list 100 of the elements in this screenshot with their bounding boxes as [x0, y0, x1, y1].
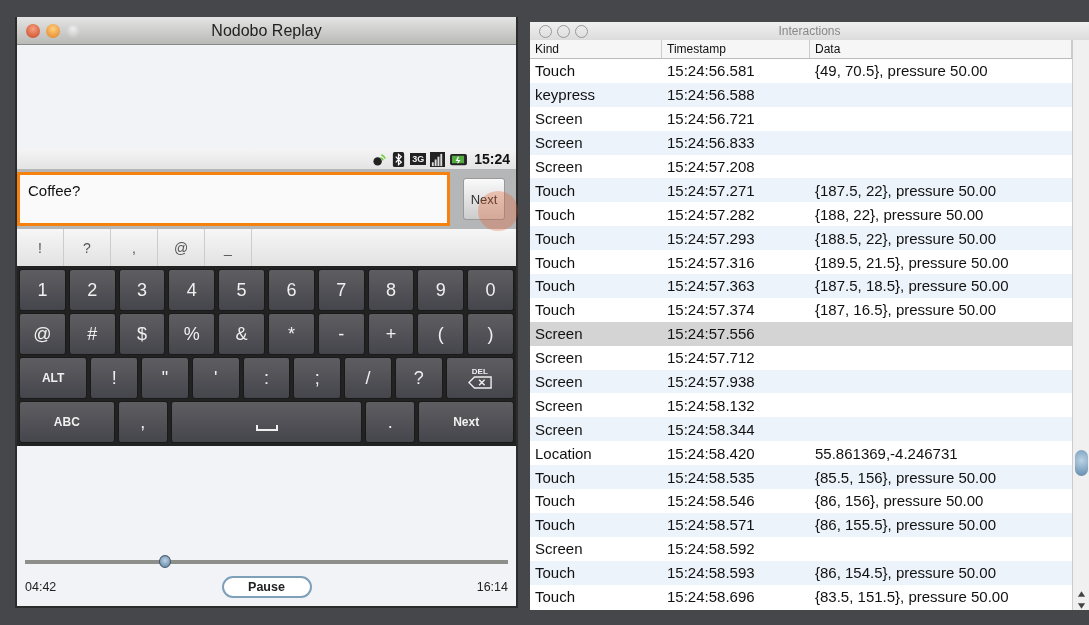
table-row[interactable]: Screen 15:24:56.833 — [530, 130, 1072, 155]
timestamp-cell-text: 15:24:57.271 — [666, 181, 756, 199]
keyboard-key[interactable]: 9 — [417, 269, 465, 311]
keyboard-key[interactable]: + — [367, 313, 415, 355]
message-input-field[interactable]: Coffee? — [17, 172, 450, 226]
keyboard-key[interactable]: 2 — [68, 269, 116, 311]
timestamp-cell-text: 15:24:57.938 — [666, 373, 756, 390]
window-title: Nodobo Replay — [211, 21, 322, 40]
timestamp-cell-text: 15:24:57.208 — [666, 158, 756, 175]
kind-cell-text: Screen — [534, 158, 584, 175]
timestamp-cell-text: 15:24:58.420 — [666, 444, 756, 462]
kind-cell-text: Touch — [534, 492, 577, 510]
timestamp-cell-text: 15:24:57.293 — [666, 229, 756, 247]
keyboard-key[interactable]: Next — [418, 401, 514, 443]
keyboard-key[interactable]: 1 — [19, 269, 66, 311]
zoom-button[interactable] — [66, 23, 80, 38]
next-button[interactable]: Next — [463, 178, 505, 220]
keyboard-key[interactable]: ? — [394, 357, 443, 399]
data-cell-text: {86, 154.5}, pressure 50.00 — [814, 564, 997, 582]
column-header[interactable]: Timestamp — [662, 40, 810, 58]
timestamp-cell-text: 15:24:57.363 — [666, 277, 756, 295]
timestamp-cell-text: 15:24:57.556 — [666, 325, 756, 343]
table-row[interactable]: Touch 15:24:58.571 {86, 155.5}, pressure 50.00 — [530, 512, 1072, 537]
scroll-thumb[interactable] — [1074, 450, 1088, 476]
keyboard-key[interactable]: / — [344, 357, 392, 399]
kind-cell-text: Touch — [534, 205, 577, 223]
keyboard-key[interactable]: ( — [417, 313, 465, 355]
keyboard-key[interactable]: # — [68, 313, 116, 355]
data-cell-text: {188, 22}, pressure 50.00 — [814, 205, 985, 223]
keyboard-key[interactable]: 4 — [168, 269, 216, 311]
keyboard-key[interactable]: 6 — [268, 269, 315, 311]
table-row[interactable]: Touch 15:24:58.593 {86, 154.5}, pressure 50.00 — [530, 560, 1072, 585]
keyboard-key[interactable]: 0 — [467, 269, 514, 311]
close-button[interactable] — [26, 23, 40, 38]
kind-cell-text: Screen — [534, 325, 584, 343]
data-cell-text: {49, 70.5}, pressure 50.00 — [814, 62, 989, 80]
minimize-button[interactable] — [46, 23, 60, 38]
scroll-up-icon[interactable] — [1076, 590, 1086, 598]
space-icon — [255, 424, 278, 432]
timestamp-cell-text: 15:24:58.344 — [666, 420, 756, 438]
window-title: Interactions — [778, 24, 841, 38]
table-row[interactable]: Touch 15:24:57.293 {188.5, 22}, pressure 50.00 — [530, 226, 1072, 251]
column-header[interactable]: Kind — [530, 40, 662, 58]
keyboard-key[interactable]: " — [141, 357, 189, 399]
keyboard-key[interactable]: . — [365, 401, 416, 443]
timestamp-cell-text: 15:24:58.132 — [666, 396, 756, 414]
slider-thumb[interactable] — [159, 555, 172, 568]
timestamp-cell-text: 15:24:56.581 — [666, 62, 756, 80]
table-row[interactable]: Touch 15:24:57.271 {187.5, 22}, pressure 50.00 — [530, 178, 1072, 203]
keyboard-key[interactable]: @ — [19, 313, 66, 355]
data-cell-text: {189.5, 21.5}, pressure 50.00 — [814, 253, 1010, 271]
keyboard-key[interactable]: 7 — [317, 269, 365, 311]
table-row[interactable]: Screen 15:24:57.556 — [530, 321, 1072, 346]
keyboard-key[interactable]: ) — [467, 313, 514, 355]
table-row[interactable]: Touch 15:24:58.535 {85.5, 156}, pressure 50.00 — [530, 465, 1072, 490]
timestamp-cell-text: 15:24:58.571 — [666, 516, 756, 534]
data-cell-text: {85.5, 156}, pressure 50.00 — [814, 468, 997, 486]
keyboard-key[interactable]: ALT — [19, 357, 88, 399]
kind-cell-text: Location — [534, 444, 593, 462]
kind-cell-text: Touch — [534, 277, 577, 295]
timestamp-cell-text: 15:24:57.316 — [666, 253, 756, 271]
keyboard-key[interactable]: % — [168, 313, 216, 355]
keyboard-key[interactable]: ' — [191, 357, 240, 399]
kind-cell-text: Screen — [534, 420, 584, 438]
bluetooth-icon — [391, 151, 407, 167]
scroll-bar[interactable] — [1072, 40, 1089, 610]
data-cell-text: {187.5, 22}, pressure 50.00 — [814, 181, 997, 199]
data-cell-text: {83.5, 151.5}, pressure 50.00 — [814, 588, 1010, 606]
kind-cell-text: Touch — [534, 301, 577, 319]
keyboard-key[interactable]: ! — [90, 357, 139, 399]
delete-key[interactable]: DEL — [445, 357, 514, 399]
keyboard-key[interactable]: * — [268, 313, 315, 355]
kind-cell-text: Touch — [534, 588, 577, 606]
table-row[interactable]: Touch 15:24:57.363 {187.5, 18.5}, pressure 50.00 — [530, 274, 1072, 298]
keyboard-key[interactable]: ABC — [19, 401, 115, 443]
keyboard-key[interactable]: $ — [118, 313, 166, 355]
keyboard-key[interactable]: ; — [293, 357, 342, 399]
kind-cell-text: Screen — [534, 349, 584, 367]
keyboard-key[interactable]: 3 — [118, 269, 166, 311]
space-key[interactable] — [170, 401, 363, 443]
timestamp-cell-text: 15:24:58.696 — [666, 588, 756, 606]
keyboard-key[interactable]: & — [218, 313, 265, 355]
timestamp-cell-text: 15:24:57.374 — [666, 301, 756, 319]
satellite-icon — [372, 151, 388, 167]
data-cell-text: {187, 16.5}, pressure 50.00 — [814, 301, 997, 319]
pause-button[interactable]: Pause — [221, 576, 312, 598]
kind-cell-text: Touch — [534, 253, 577, 271]
table-row[interactable]: keypress 15:24:56.588 — [530, 82, 1072, 107]
scroll-down-icon[interactable] — [1076, 602, 1086, 610]
data-cell-text: {187.5, 18.5}, pressure 50.00 — [814, 277, 1010, 295]
backspace-icon — [467, 376, 492, 389]
table-row[interactable]: Screen 15:24:58.344 — [530, 417, 1072, 442]
keyboard-key[interactable]: - — [317, 313, 365, 355]
timestamp-cell-text: 15:24:58.592 — [666, 540, 756, 558]
keyboard-key[interactable]: 8 — [367, 269, 415, 311]
timestamp-cell-text: 15:24:58.535 — [666, 468, 756, 486]
keyboard-key[interactable]: 5 — [218, 269, 265, 311]
keyboard-key[interactable]: , — [117, 401, 168, 443]
table-row[interactable]: Screen 15:24:57.938 — [530, 369, 1072, 394]
keyboard-key[interactable]: : — [242, 357, 291, 399]
